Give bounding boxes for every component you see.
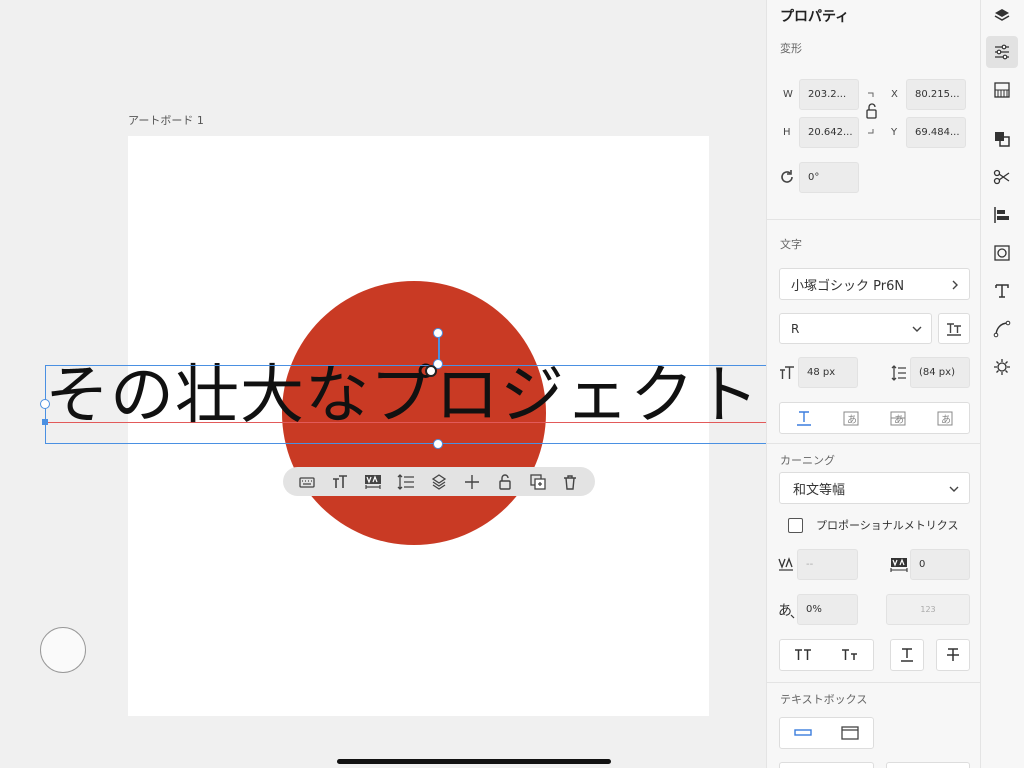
scissors-icon[interactable] xyxy=(986,161,1018,193)
bottom-resize-handle[interactable] xyxy=(433,439,443,449)
textbox-option-box[interactable] xyxy=(779,762,874,768)
width-label: W xyxy=(783,89,793,100)
properties-icon[interactable] xyxy=(986,36,1018,68)
text-selection-box[interactable] xyxy=(45,365,766,444)
font-family-value: 小塚ゴシック Pr6N xyxy=(791,278,905,294)
proportional-metrics-label: プロポーショナルメトリクス xyxy=(816,519,959,532)
plugin-icon[interactable] xyxy=(986,351,1018,383)
x-label: X xyxy=(891,89,898,100)
text-align-top-icon[interactable] xyxy=(795,409,813,427)
baseline-shift-value: 123 xyxy=(920,605,936,614)
strikethrough-icon xyxy=(947,648,959,661)
svg-text:あ: あ xyxy=(941,414,951,426)
panel-title: プロパティ xyxy=(780,9,850,25)
left-resize-handle[interactable] xyxy=(40,399,50,409)
align-icon[interactable] xyxy=(986,199,1018,231)
caps-group xyxy=(779,639,874,671)
height-field[interactable]: 20.642... xyxy=(799,117,859,148)
rotation-field[interactable]: 0° xyxy=(799,162,859,193)
tracking-field[interactable]: 0 xyxy=(910,549,970,580)
kerning-va-icon xyxy=(778,557,793,571)
unlock-icon[interactable] xyxy=(493,470,517,494)
constrain-proportions-icon[interactable] xyxy=(866,92,878,134)
touch-indicator xyxy=(40,627,86,673)
font-family-selector[interactable]: 小塚ゴシック Pr6N xyxy=(779,268,970,300)
layers-icon[interactable] xyxy=(986,0,1018,32)
svg-text:あ: あ xyxy=(778,603,792,619)
floating-toolbar xyxy=(283,467,595,496)
kerning-section-label: カーニング xyxy=(780,454,835,467)
y-field[interactable]: 69.484... xyxy=(906,117,966,148)
kerning-value: 和文等幅 xyxy=(793,482,846,498)
rotate-icon xyxy=(781,170,793,183)
font-weight-value: R xyxy=(791,321,800,336)
small-caps-icon[interactable] xyxy=(841,648,859,662)
line-height-icon xyxy=(891,365,906,381)
height-label: H xyxy=(783,127,791,138)
keyboard-icon[interactable] xyxy=(295,470,319,494)
kerning-icon[interactable] xyxy=(361,470,385,494)
tracking-icon xyxy=(890,558,908,572)
divider xyxy=(767,682,981,683)
move-icon[interactable] xyxy=(460,470,484,494)
area-text-icon[interactable] xyxy=(841,726,859,740)
grid-icon[interactable] xyxy=(986,74,1018,106)
textbox-section-label: テキストボックス xyxy=(780,693,868,706)
proportional-metrics-checkbox[interactable] xyxy=(788,518,803,533)
tsume-field[interactable]: 0% xyxy=(797,594,858,625)
mask-icon[interactable] xyxy=(986,237,1018,269)
text-align-mid-icon[interactable]: あ xyxy=(842,409,860,427)
font-size-field[interactable]: 48 px xyxy=(798,357,858,388)
line-spacing-icon[interactable] xyxy=(394,470,418,494)
layers-arrange-icon[interactable] xyxy=(427,470,451,494)
artboard-label[interactable]: アートボード 1 xyxy=(128,112,204,128)
chevron-down-icon xyxy=(949,486,959,492)
duplicate-icon[interactable] xyxy=(526,470,550,494)
strikethrough-button[interactable] xyxy=(936,639,970,671)
text-alignment-group: あ あ あ xyxy=(779,402,970,434)
properties-panel: プロパティ 変形 W 203.2... X 80.215... H 20.642… xyxy=(766,0,981,768)
anchor-point-handle[interactable] xyxy=(425,365,437,377)
width-field[interactable]: 203.2... xyxy=(799,79,859,110)
y-label: Y xyxy=(891,127,898,138)
baseline-shift-field[interactable]: 123 xyxy=(886,594,970,625)
font-weight-select[interactable]: R xyxy=(779,313,932,344)
canvas[interactable]: アートボード 1 その壮大なプロジェクト xyxy=(0,0,766,768)
divider xyxy=(767,219,981,220)
home-indicator xyxy=(337,759,611,764)
font-size-icon xyxy=(780,366,794,379)
chevron-right-icon xyxy=(952,280,958,290)
x-field[interactable]: 80.215... xyxy=(906,79,966,110)
text-size-icon[interactable] xyxy=(328,470,352,494)
boolean-icon[interactable] xyxy=(986,123,1018,155)
text-section-label: 文字 xyxy=(780,238,802,251)
underline-button[interactable] xyxy=(890,639,924,671)
rotation-handle[interactable] xyxy=(433,328,443,338)
text-align-bottom-icon[interactable]: あ xyxy=(936,409,954,427)
text-style-options-button[interactable] xyxy=(938,313,970,344)
underline-icon xyxy=(901,648,913,662)
svg-text:あ: あ xyxy=(847,414,857,426)
textbox-type-group xyxy=(779,717,874,749)
text-options-icon xyxy=(947,322,961,336)
text-icon[interactable] xyxy=(986,275,1018,307)
text-align-center-icon[interactable]: あ xyxy=(889,409,907,427)
kerning-select[interactable]: 和文等幅 xyxy=(779,472,970,504)
right-tool-rail xyxy=(980,0,1024,768)
chevron-down-icon xyxy=(912,326,922,332)
path-icon[interactable] xyxy=(986,313,1018,345)
svg-text:あ: あ xyxy=(894,414,904,426)
tsume-icon: あ xyxy=(778,603,795,619)
kerning-auto-field[interactable]: -- xyxy=(797,549,858,580)
textbox-option-box[interactable] xyxy=(886,762,970,768)
all-caps-icon[interactable] xyxy=(794,648,812,662)
trash-icon[interactable] xyxy=(558,470,582,494)
line-height-field[interactable]: (84 px) xyxy=(910,357,970,388)
transform-section-label: 変形 xyxy=(780,42,802,55)
point-text-icon[interactable] xyxy=(794,726,812,740)
baseline-handle[interactable] xyxy=(42,419,48,425)
divider xyxy=(767,443,981,444)
